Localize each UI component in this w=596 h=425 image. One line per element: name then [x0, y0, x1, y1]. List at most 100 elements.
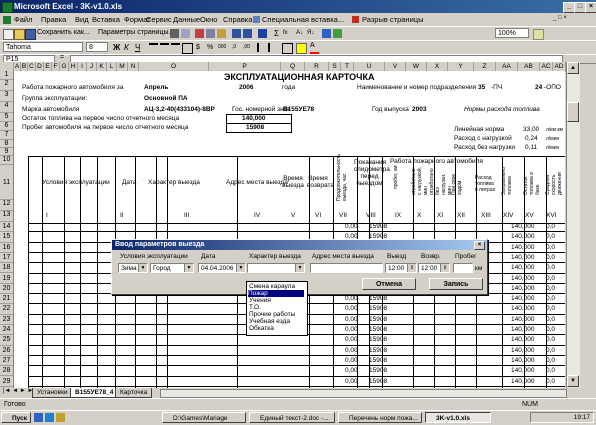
function-icon[interactable]: fx [283, 29, 292, 38]
col-header-i[interactable]: I [78, 62, 87, 71]
speedometer-cell[interactable]: 15908 [369, 357, 387, 364]
dropdown-option[interactable]: Прочие работы [249, 311, 295, 318]
col-header-u[interactable]: U [354, 62, 385, 71]
menu-window[interactable]: Окно [200, 15, 217, 24]
row-header[interactable]: 25 [0, 335, 13, 346]
row-header[interactable]: 2 [0, 80, 13, 91]
avg-speed-cell[interactable]: 0,0 [546, 244, 555, 251]
duration-cell[interactable]: 0,00 [345, 347, 358, 354]
chevron-down-icon[interactable]: ▼ [295, 264, 304, 272]
tab-vehicle[interactable]: В155УЕ78_4 [70, 388, 119, 398]
underline-icon[interactable]: Ч [135, 43, 144, 52]
row-header[interactable]: 17 [0, 253, 13, 264]
speedometer-cell[interactable]: 15908 [369, 305, 387, 312]
row-header[interactable]: 27 [0, 356, 13, 367]
col-header-j[interactable]: J [87, 62, 97, 71]
hyperlink-icon[interactable] [258, 29, 267, 38]
copy-icon[interactable] [206, 29, 215, 38]
col-header-f[interactable]: F [52, 62, 60, 71]
trip-type-combo[interactable]: ▼ [247, 263, 305, 273]
print-icon[interactable] [170, 29, 179, 38]
row-header[interactable]: 13 [0, 211, 13, 222]
fuel-rest-cell[interactable]: 140,000 [511, 295, 535, 302]
dropdown-option[interactable]: Т.О. [249, 304, 261, 311]
close-button[interactable]: × [585, 2, 596, 13]
col-header-e[interactable]: E [44, 62, 52, 71]
open-icon[interactable] [14, 29, 25, 40]
scroll-thumb[interactable] [567, 102, 579, 122]
trip-type-dropdown[interactable]: Смена караула Пожар Учения Т.О. Прочие р… [246, 281, 308, 336]
save-as-button[interactable]: Сохранить как... [37, 29, 90, 36]
row-header[interactable]: 18 [0, 263, 13, 274]
font-size-select[interactable]: 8 [86, 42, 108, 52]
col-header-r[interactable]: R [305, 62, 329, 71]
col-header-b[interactable]: B [21, 62, 28, 71]
spin-icon[interactable]: ⇕ [407, 264, 416, 272]
fuel-rest-cell[interactable]: 140,000 [511, 305, 535, 312]
menu-file[interactable]: Файл [14, 15, 32, 24]
col-header-w[interactable]: W [406, 62, 427, 71]
row-header[interactable]: 3 [0, 91, 13, 102]
col-header-q[interactable]: Q [281, 62, 305, 71]
row-header[interactable]: 4 [0, 102, 13, 113]
return-time-field[interactable]: 12:00 ⇕ [418, 263, 450, 273]
menu-tools[interactable]: Сервис [146, 15, 172, 24]
dropdown-option[interactable]: Обкатка [249, 325, 274, 332]
new-icon[interactable] [3, 29, 14, 40]
avg-speed-cell[interactable]: 0,0 [546, 378, 555, 385]
dropdown-option-selected[interactable]: Пожар [248, 290, 304, 297]
dropdown-option[interactable]: Учебная езда [249, 318, 290, 325]
address-field[interactable] [310, 263, 383, 273]
col-header-x[interactable]: X [427, 62, 448, 71]
row-header[interactable]: 5 [0, 113, 13, 122]
col-header-s[interactable]: S [329, 62, 341, 71]
decrease-indent-icon[interactable] [257, 43, 268, 52]
borders-icon[interactable] [282, 43, 293, 54]
avg-speed-cell[interactable]: 0,0 [546, 295, 555, 302]
row-header[interactable]: 12 [0, 200, 13, 211]
fuel-rest-cell[interactable]: 140,000 [511, 326, 535, 333]
col-header-m[interactable]: M [117, 62, 128, 71]
row-header[interactable]: 28 [0, 366, 13, 377]
avg-speed-cell[interactable]: 0,0 [546, 233, 555, 240]
row-header[interactable]: 16 [0, 243, 13, 253]
fuel-rest-cell[interactable]: 140,000 [511, 223, 535, 230]
increase-decimal-icon[interactable]: ,0 [232, 43, 241, 52]
duration-cell[interactable]: 0,00 [345, 357, 358, 364]
col-header-t[interactable]: T [341, 62, 354, 71]
col-header-n[interactable]: N [128, 62, 139, 71]
col-header-v[interactable]: V [385, 62, 406, 71]
fuel-rest-cell[interactable]: 140,000 [511, 285, 535, 292]
col-header-aa[interactable]: AA [496, 62, 518, 71]
col-header-l[interactable]: L [107, 62, 117, 71]
col-header-d[interactable]: D [36, 62, 44, 71]
cancel-button[interactable]: Отмена [362, 278, 416, 290]
increase-indent-icon[interactable] [268, 43, 279, 52]
fuel-rest-cell[interactable]: 140,000 [511, 254, 535, 261]
speedometer-cell[interactable]: 15908 [369, 347, 387, 354]
fuel-rest-cell[interactable]: 140,000 [511, 367, 535, 374]
col-header-z[interactable]: Z [474, 62, 496, 71]
bold-icon[interactable]: Ж [113, 43, 122, 52]
row-header[interactable]: 19 [0, 274, 13, 284]
decrease-decimal-icon[interactable]: ,00 [243, 43, 252, 52]
task-fuel-norms[interactable]: Перечень норм пожа... [338, 412, 422, 423]
row-header[interactable]: 22 [0, 304, 13, 315]
avg-speed-cell[interactable]: 0,0 [546, 347, 555, 354]
fuel-rest-cell[interactable]: 140,000 [511, 316, 535, 323]
task-games[interactable]: D:\Games\Mariage [162, 412, 246, 423]
menu-view[interactable]: Вид [75, 15, 89, 24]
season-combo[interactable]: Зима ▼ [118, 263, 148, 273]
fuel-rest-cell[interactable]: 140,000 [511, 347, 535, 354]
row-header[interactable]: 9 [0, 148, 13, 156]
menu-insert[interactable]: Вставка [92, 15, 120, 24]
fuel-rest-cell[interactable]: 140,000 [511, 336, 535, 343]
speedometer-cell[interactable]: 15908 [369, 367, 387, 374]
autosum-icon[interactable]: Σ [272, 29, 281, 38]
dropdown-option[interactable]: Учения [249, 297, 271, 304]
menu-help[interactable]: Справка [223, 15, 252, 24]
col-header-ab[interactable]: AB [518, 62, 540, 71]
col-header-p[interactable]: P [209, 62, 281, 71]
speedometer-cell[interactable]: 15908 [369, 378, 387, 385]
merge-center-icon[interactable] [182, 43, 193, 54]
